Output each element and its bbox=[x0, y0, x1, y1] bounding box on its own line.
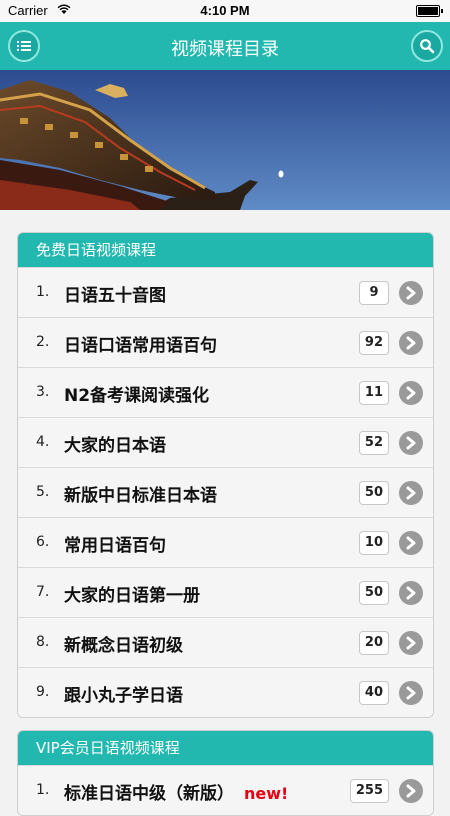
course-title: 标准日语中级（新版） new! bbox=[64, 779, 288, 804]
lesson-count-badge: 40 bbox=[358, 681, 389, 705]
course-row[interactable]: 4. 大家的日本语 52 bbox=[18, 417, 433, 467]
lesson-count-badge: 9 bbox=[359, 281, 389, 305]
chevron-right-icon[interactable] bbox=[399, 381, 423, 405]
course-row[interactable]: 6. 常用日语百句 10 bbox=[18, 517, 433, 567]
course-row[interactable]: 9. 跟小丸子学日语 40 bbox=[18, 667, 433, 717]
course-row[interactable]: 1. 标准日语中级（新版） new! 255 bbox=[18, 765, 433, 815]
row-number: 1. bbox=[36, 284, 50, 300]
course-title: 跟小丸子学日语 bbox=[64, 686, 183, 706]
page-title: 视频课程目录 bbox=[171, 39, 279, 60]
nav-bar: 视频课程目录 bbox=[0, 22, 450, 70]
chevron-right-icon[interactable] bbox=[399, 281, 423, 305]
course-title-text: 标准日语中级（新版） bbox=[64, 784, 234, 804]
banner-image bbox=[0, 70, 450, 210]
row-number: 2. bbox=[36, 334, 50, 350]
vip-courses-section: VIP会员日语视频课程 1. 标准日语中级（新版） new! 255 bbox=[17, 730, 434, 816]
battery-icon bbox=[416, 5, 443, 17]
chevron-right-icon[interactable] bbox=[399, 331, 423, 355]
temple-roof-illustration bbox=[0, 70, 450, 210]
course-title: 日语口语常用语百句 bbox=[64, 336, 217, 356]
course-title: 大家的日语第一册 bbox=[64, 586, 200, 606]
lesson-count-badge: 50 bbox=[358, 581, 389, 605]
chevron-right-icon[interactable] bbox=[399, 531, 423, 555]
row-number: 9. bbox=[36, 684, 50, 700]
chevron-right-icon[interactable] bbox=[399, 631, 423, 655]
course-title: 大家的日本语 bbox=[64, 436, 166, 456]
lesson-count-badge: 20 bbox=[358, 631, 389, 655]
lesson-count-badge: 11 bbox=[358, 381, 389, 405]
new-tag: new! bbox=[244, 784, 289, 803]
free-courses-header: 免费日语视频课程 bbox=[18, 233, 433, 267]
lesson-count-badge: 92 bbox=[358, 331, 389, 355]
course-row[interactable]: 3. N2备考课阅读强化 11 bbox=[18, 367, 433, 417]
chevron-right-icon[interactable] bbox=[399, 481, 423, 505]
row-number: 6. bbox=[36, 534, 50, 550]
vip-courses-header: VIP会员日语视频课程 bbox=[18, 731, 433, 765]
row-number: 3. bbox=[36, 384, 50, 400]
course-title: N2备考课阅读强化 bbox=[64, 386, 210, 406]
status-bar: Carrier 4:10 PM bbox=[0, 0, 450, 22]
status-time: 4:10 PM bbox=[200, 3, 250, 18]
course-row[interactable]: 7. 大家的日语第一册 50 bbox=[18, 567, 433, 617]
free-courses-section: 免费日语视频课程 1. 日语五十音图 9 2. 日语口语常用语百句 92 3. … bbox=[17, 232, 434, 718]
lesson-count-badge: 255 bbox=[349, 779, 389, 803]
row-number: 4. bbox=[36, 434, 50, 450]
chevron-right-icon[interactable] bbox=[399, 779, 423, 803]
lesson-count-badge: 52 bbox=[358, 431, 389, 455]
row-number: 7. bbox=[36, 584, 50, 600]
search-button[interactable] bbox=[411, 30, 443, 62]
course-title: 常用日语百句 bbox=[64, 536, 166, 556]
chevron-right-icon[interactable] bbox=[399, 581, 423, 605]
chevron-right-icon[interactable] bbox=[399, 431, 423, 455]
lesson-count-badge: 50 bbox=[358, 481, 389, 505]
course-title: 日语五十音图 bbox=[64, 286, 166, 306]
row-number: 1. bbox=[36, 782, 50, 798]
row-number: 8. bbox=[36, 634, 50, 650]
course-title: 新概念日语初级 bbox=[64, 636, 183, 656]
course-row[interactable]: 8. 新概念日语初级 20 bbox=[18, 617, 433, 667]
chevron-right-icon[interactable] bbox=[399, 681, 423, 705]
course-title: 新版中日标准日本语 bbox=[64, 486, 217, 506]
row-number: 5. bbox=[36, 484, 50, 500]
lesson-count-badge: 10 bbox=[358, 531, 389, 555]
search-icon bbox=[420, 39, 435, 54]
course-row[interactable]: 2. 日语口语常用语百句 92 bbox=[18, 317, 433, 367]
course-row[interactable]: 5. 新版中日标准日本语 50 bbox=[18, 467, 433, 517]
course-row[interactable]: 1. 日语五十音图 9 bbox=[18, 267, 433, 317]
